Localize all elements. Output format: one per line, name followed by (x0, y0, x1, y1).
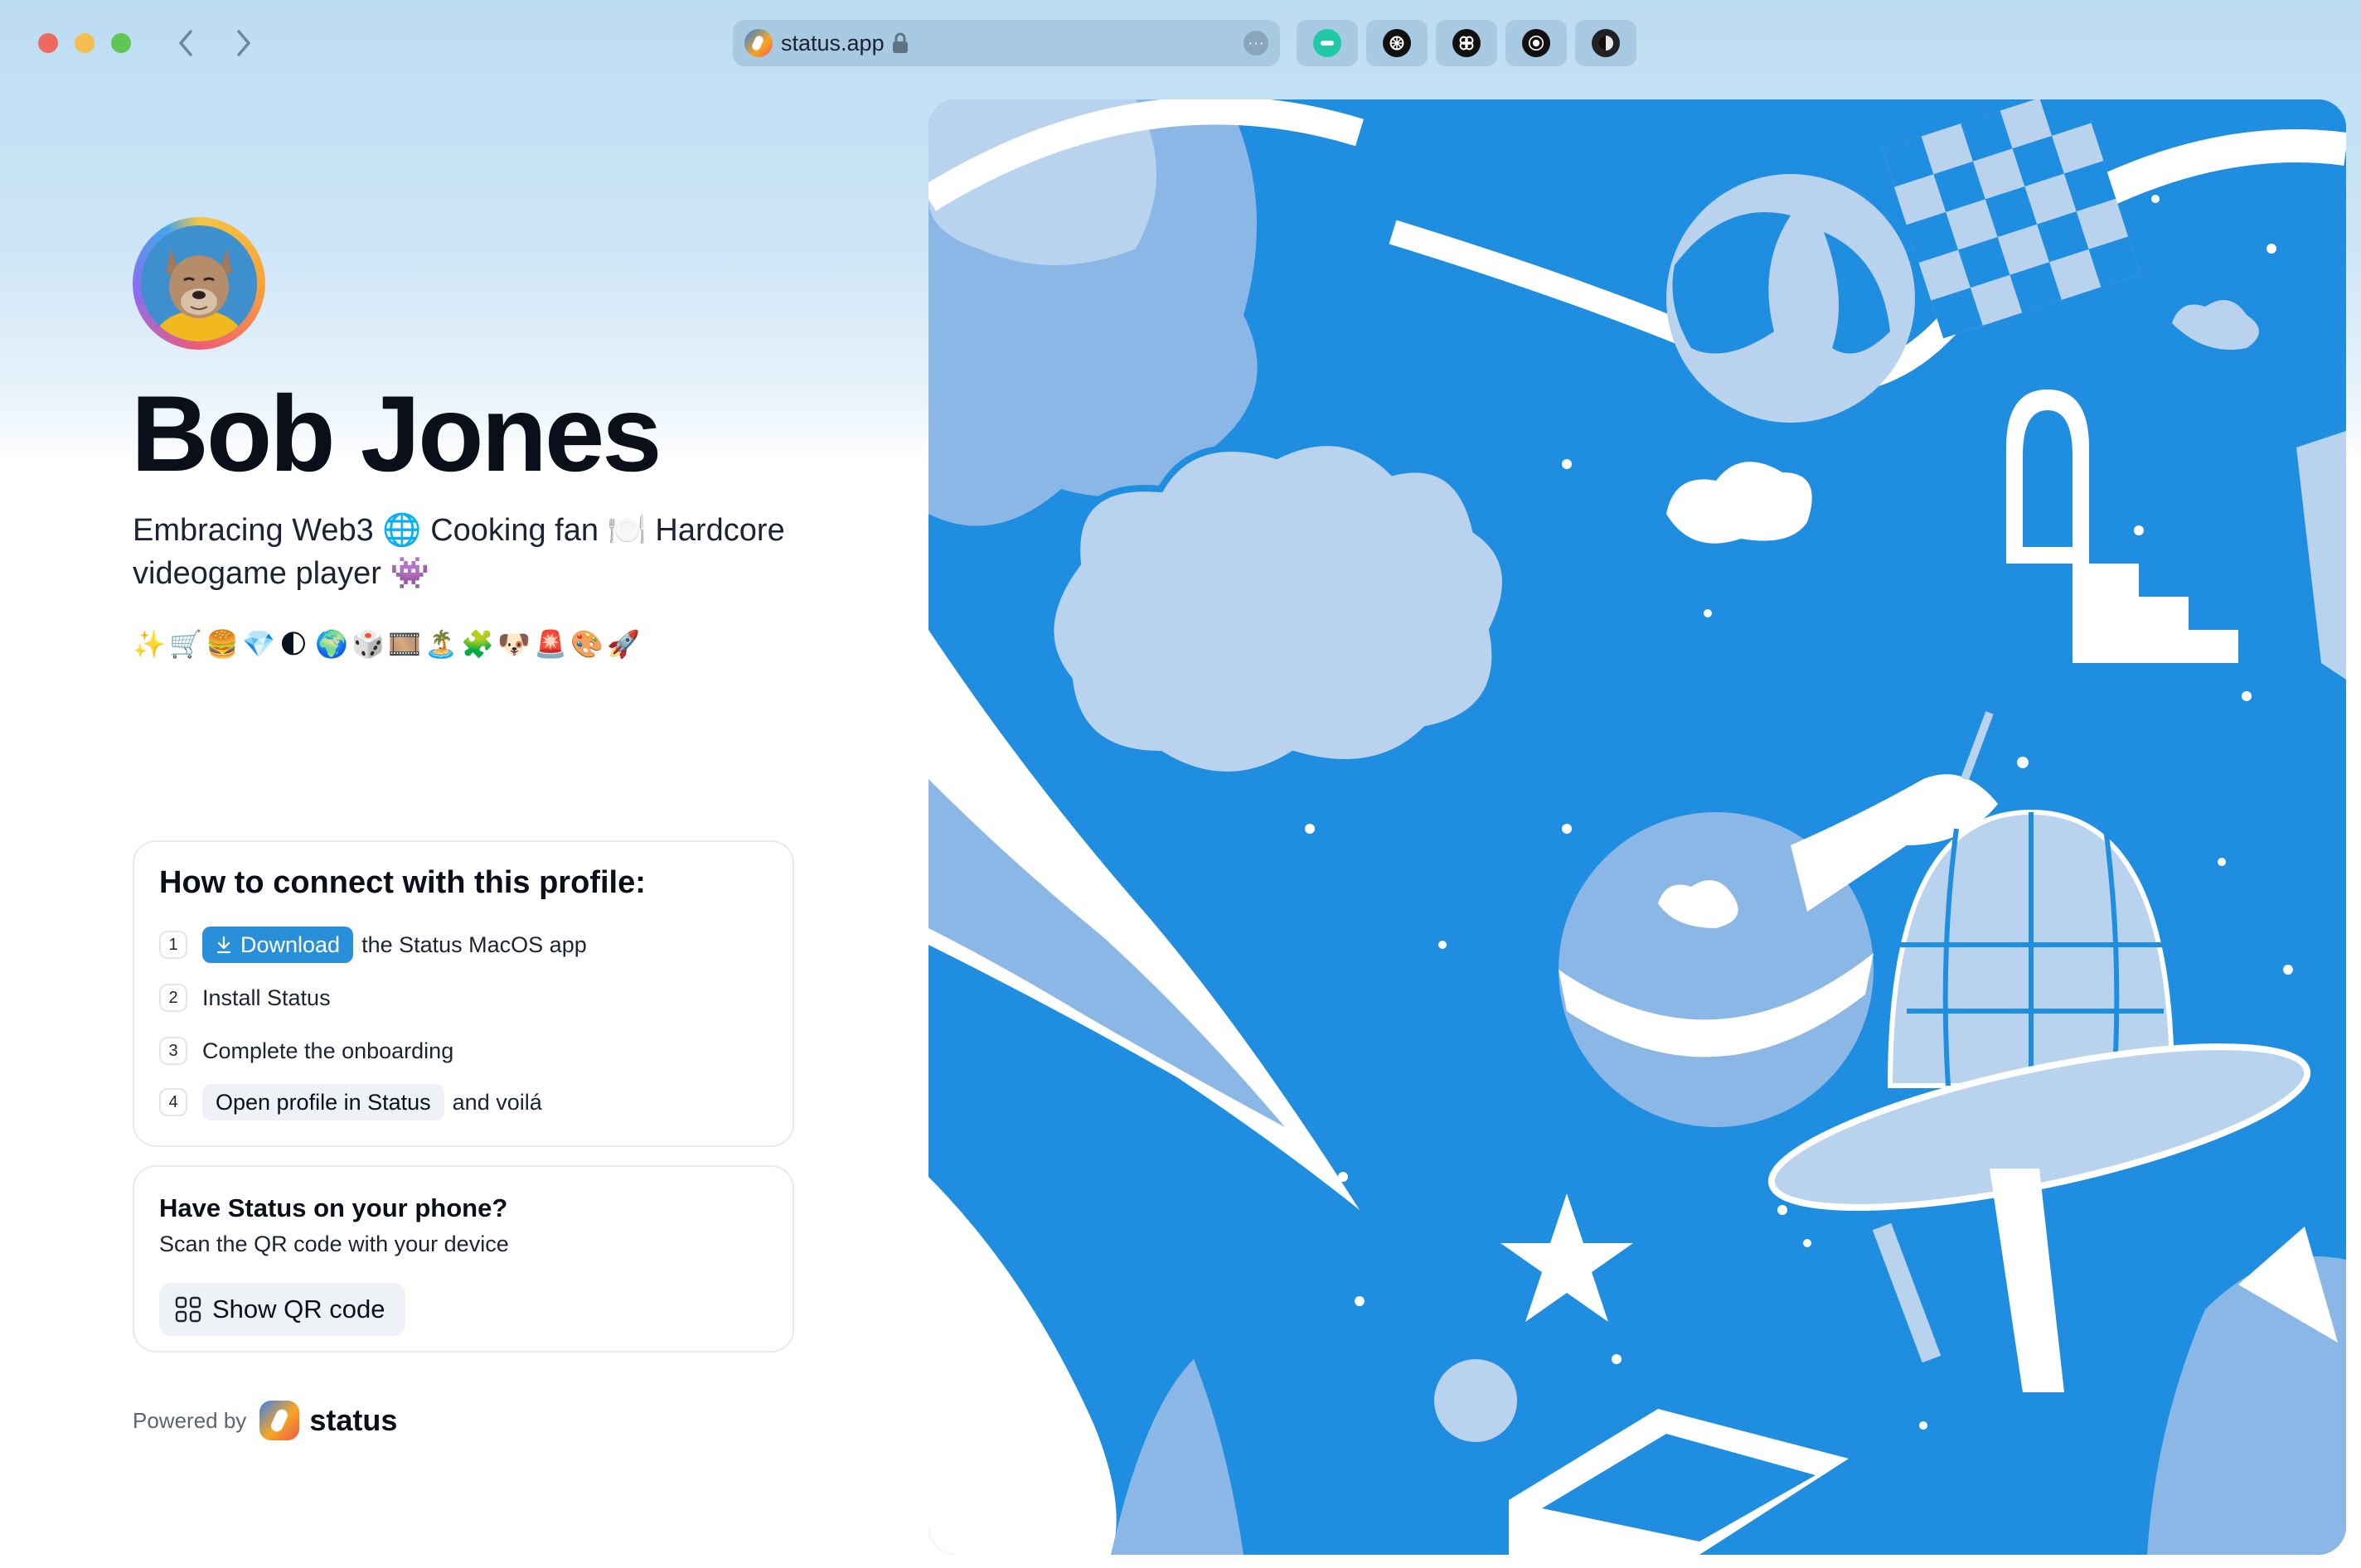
avatar-photo (141, 225, 257, 341)
step-4: 4 Open profile in Status and voilá (159, 1084, 542, 1120)
cloud-shape (1047, 439, 1509, 778)
download-icon (216, 936, 231, 954)
address-bar[interactable]: status.app ··· (733, 20, 1280, 66)
status-logo-icon (744, 29, 773, 57)
step-text: and voilá (452, 1089, 542, 1115)
openai-extension-icon[interactable] (1366, 20, 1428, 66)
chevron-right-icon[interactable] (229, 25, 257, 61)
emoji-item: 🌓 (279, 629, 308, 659)
download-button[interactable]: Download (202, 927, 354, 963)
phone-subtitle: Scan the QR code with your device (159, 1232, 509, 1256)
profile-bio: Embracing Web3 🌐 Cooking fan 🍽️ Hardcore… (133, 513, 785, 591)
powered-by-text: Powered by (133, 1407, 247, 1433)
emoji-item: 🎨 (570, 629, 604, 659)
step-3: 3 Complete the onboarding (159, 1033, 453, 1069)
connect-instructions-card: How to connect with this profile: 1 Down… (133, 840, 794, 1147)
bulldog-avatar-icon (141, 225, 257, 341)
step-text: Install Status (202, 985, 331, 1010)
step-number: 2 (159, 984, 187, 1012)
url-text[interactable]: status.app (781, 31, 885, 56)
zoom-window-button[interactable] (111, 33, 131, 53)
extension-icon-4[interactable] (1505, 20, 1567, 66)
step-2: 2 Install Status (159, 980, 331, 1016)
show-qr-code-label: Show QR code (212, 1295, 385, 1324)
emoji-item: 💎 (242, 629, 275, 659)
chevron-left-icon[interactable] (172, 25, 201, 61)
profile-name: Bob Jones (131, 373, 662, 494)
emoji-item: 🎞️ (388, 629, 421, 659)
emoji-item: 🚀 (607, 629, 640, 659)
emoji-item: 🛒 (169, 629, 202, 659)
more-options-icon[interactable]: ··· (1244, 31, 1268, 56)
step-number: 4 (159, 1088, 187, 1116)
close-window-button[interactable] (38, 33, 58, 53)
emoji-item: ✨ (133, 629, 166, 659)
status-wordmark: status (309, 1403, 398, 1437)
openai-logo-icon (1383, 29, 1411, 57)
keycard-logo-icon (1313, 29, 1341, 57)
step-text: the Status MacOS app (361, 932, 587, 957)
phone-title: Have Status on your phone? (159, 1193, 508, 1222)
navigation-controls (172, 25, 257, 61)
step-1: 1 Download the Status MacOS app (159, 927, 587, 963)
status-logo-icon (259, 1401, 300, 1440)
connect-title: How to connect with this profile: (159, 865, 646, 900)
extension-3-logo-icon (1452, 29, 1481, 57)
emoji-item: 🏝️ (424, 629, 458, 659)
step-number: 3 (159, 1037, 187, 1065)
step-number: 1 (159, 931, 187, 959)
qr-code-icon (175, 1296, 201, 1323)
extension-4-logo-icon (1522, 29, 1550, 57)
download-button-label: Download (240, 932, 341, 957)
emoji-item: 🎲 (351, 629, 385, 659)
emoji-item: 🌍 (315, 629, 348, 659)
extension-icon-3[interactable] (1436, 20, 1497, 66)
step-text: Complete the onboarding (202, 1038, 454, 1063)
emoji-item: 🧩 (461, 629, 494, 659)
emoji-item: 🍔 (206, 629, 239, 659)
profile-banner-illustration (928, 99, 2346, 1555)
phone-qr-card: Have Status on your phone? Scan the QR c… (133, 1165, 794, 1353)
space-illustration (928, 99, 2346, 1555)
powered-by-status[interactable]: Powered by status (133, 1401, 397, 1440)
avatar (133, 217, 265, 350)
lock-icon (892, 32, 908, 53)
emoji-item: 🚨 (534, 629, 567, 659)
extension-icon-5[interactable] (1575, 20, 1636, 66)
extension-5-logo-icon (1592, 29, 1620, 57)
emoji-hash: ✨ 🛒 🍔 💎 🌓 🌍 🎲 🎞️ 🏝️ 🧩 🐶 🚨 🎨 🚀 (133, 628, 640, 660)
open-profile-button[interactable]: Open profile in Status (202, 1084, 444, 1120)
window-controls (38, 33, 131, 53)
emoji-item: 🐶 (497, 629, 531, 659)
minimize-window-button[interactable] (75, 33, 95, 53)
show-qr-code-button[interactable]: Show QR code (159, 1283, 405, 1336)
keycard-extension-icon[interactable] (1297, 20, 1358, 66)
